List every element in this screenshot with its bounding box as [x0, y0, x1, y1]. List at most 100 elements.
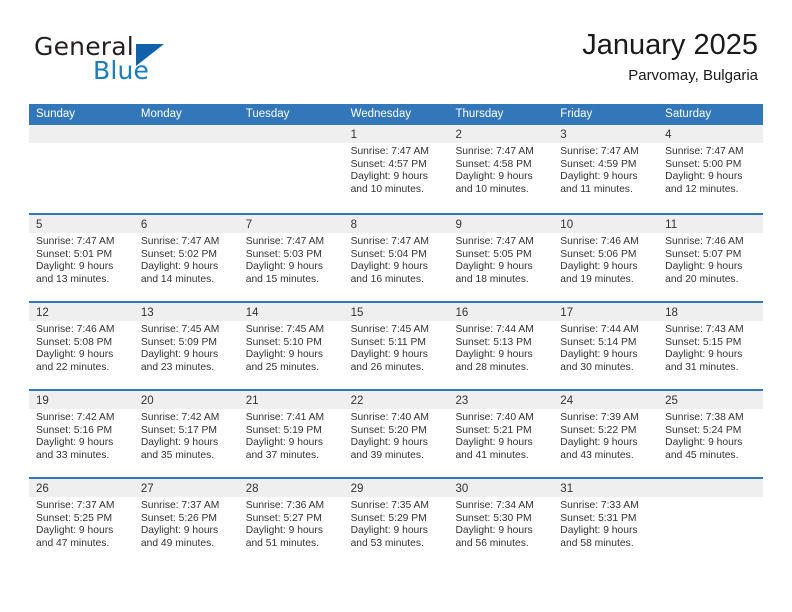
day-number: 10	[560, 219, 574, 231]
day-cell-6[interactable]: 6 Sunrise: 7:47 AM Sunset: 5:02 PM Daylight…	[133, 215, 239, 301]
day-detail-line: and 11 minutes.	[560, 183, 633, 195]
day-number-band: 19	[29, 391, 134, 409]
day-details	[134, 143, 239, 146]
day-detail-line: Sunrise: 7:47 AM	[245, 236, 325, 247]
day-detail-line: Daylight: 9 hours	[36, 525, 114, 537]
day-number-band: 15	[343, 303, 449, 321]
day-cell-22[interactable]: 22 Sunrise: 7:40 AM Sunset: 5:20 PM Dayligh…	[343, 391, 449, 477]
day-number: 28	[245, 483, 259, 495]
week-rows: 1 Sunrise: 7:47 AM Sunset: 4:57 PM Daylight…	[29, 125, 764, 565]
day-number-band: 17	[553, 303, 659, 321]
day-details: Sunrise: 7:47 AM Sunset: 4:58 PM Daylight:…	[448, 143, 553, 196]
day-cell-19[interactable]: 19 Sunrise: 7:42 AM Sunset: 5:16 PM Dayligh…	[29, 391, 134, 477]
day-details: Sunrise: 7:33 AM Sunset: 5:31 PM Daylight:…	[553, 497, 658, 550]
week-row: 5 Sunrise: 7:47 AM Sunset: 5:01 PM Daylight…	[29, 213, 764, 301]
day-detail-line: Daylight: 9 hours	[455, 525, 533, 537]
day-detail-line: Sunrise: 7:36 AM	[245, 500, 325, 511]
day-number: 23	[455, 395, 469, 407]
day-cell-9[interactable]: 9 Sunrise: 7:47 AM Sunset: 5:05 PM Daylight…	[448, 215, 554, 301]
day-details: Sunrise: 7:46 AM Sunset: 5:08 PM Daylight:…	[29, 321, 134, 374]
day-detail-line: Sunrise: 7:42 AM	[36, 412, 115, 423]
day-detail-line: Sunset: 5:17 PM	[140, 424, 217, 436]
day-cell-5[interactable]: 5 Sunrise: 7:47 AM Sunset: 5:01 PM Daylight…	[29, 215, 134, 301]
day-detail-line: Daylight: 9 hours	[665, 171, 743, 183]
day-detail-line: Daylight: 9 hours	[245, 437, 323, 449]
day-number: 8	[350, 219, 357, 231]
day-detail-line: Sunrise: 7:37 AM	[36, 500, 115, 511]
day-detail-line: Daylight: 9 hours	[350, 261, 428, 273]
day-cell-21[interactable]: 21 Sunrise: 7:41 AM Sunset: 5:19 PM Dayligh…	[238, 391, 344, 477]
day-cell-24[interactable]: 24 Sunrise: 7:39 AM Sunset: 5:22 PM Dayligh…	[553, 391, 659, 477]
day-detail-line: and 13 minutes.	[36, 273, 110, 285]
day-cell-8[interactable]: 8 Sunrise: 7:47 AM Sunset: 5:04 PM Daylight…	[343, 215, 449, 301]
day-cell-27[interactable]: 27 Sunrise: 7:37 AM Sunset: 5:26 PM Dayligh…	[133, 479, 239, 565]
day-cell-13[interactable]: 13 Sunrise: 7:45 AM Sunset: 5:09 PM Dayligh…	[133, 303, 239, 389]
day-detail-line: Sunrise: 7:38 AM	[665, 412, 744, 423]
weekday-header-monday: Monday	[140, 108, 182, 120]
day-detail-line: Sunrise: 7:45 AM	[140, 324, 220, 335]
day-cell-3[interactable]: 3 Sunrise: 7:47 AM Sunset: 4:59 PM Daylight…	[553, 125, 659, 213]
day-details: Sunrise: 7:47 AM Sunset: 4:59 PM Daylight:…	[553, 143, 658, 196]
day-detail-line: Sunset: 5:20 PM	[350, 424, 427, 436]
day-cell-28[interactable]: 28 Sunrise: 7:36 AM Sunset: 5:27 PM Dayligh…	[238, 479, 344, 565]
day-cell-30[interactable]: 30 Sunrise: 7:34 AM Sunset: 5:30 PM Dayligh…	[448, 479, 554, 565]
day-cell-1[interactable]: 1 Sunrise: 7:47 AM Sunset: 4:57 PM Daylight…	[343, 125, 449, 213]
day-cell-15[interactable]: 15 Sunrise: 7:45 AM Sunset: 5:11 PM Dayligh…	[343, 303, 449, 389]
day-number-band: 3	[553, 125, 659, 143]
day-number: 5	[36, 219, 43, 231]
day-cell-29[interactable]: 29 Sunrise: 7:35 AM Sunset: 5:29 PM Dayligh…	[343, 479, 449, 565]
day-number: 30	[455, 483, 469, 495]
day-number: 15	[350, 307, 364, 319]
day-cell-7[interactable]: 7 Sunrise: 7:47 AM Sunset: 5:03 PM Daylight…	[238, 215, 344, 301]
day-detail-line: Sunrise: 7:47 AM	[350, 236, 429, 247]
day-detail-line: Sunrise: 7:46 AM	[665, 236, 744, 247]
day-cell-11[interactable]: 11 Sunrise: 7:46 AM Sunset: 5:07 PM Dayligh…	[658, 215, 764, 301]
day-cell-16[interactable]: 16 Sunrise: 7:44 AM Sunset: 5:13 PM Dayligh…	[448, 303, 554, 389]
day-cell-26[interactable]: 26 Sunrise: 7:37 AM Sunset: 5:25 PM Dayligh…	[29, 479, 134, 565]
day-details: Sunrise: 7:45 AM Sunset: 5:10 PM Daylight:…	[239, 321, 344, 374]
day-detail-line: and 10 minutes.	[350, 183, 424, 195]
day-cell-10[interactable]: 10 Sunrise: 7:46 AM Sunset: 5:06 PM Dayligh…	[553, 215, 659, 301]
day-details: Sunrise: 7:44 AM Sunset: 5:13 PM Daylight:…	[448, 321, 553, 374]
day-cell-14[interactable]: 14 Sunrise: 7:45 AM Sunset: 5:10 PM Dayligh…	[238, 303, 344, 389]
day-cell-17[interactable]: 17 Sunrise: 7:44 AM Sunset: 5:14 PM Dayligh…	[553, 303, 659, 389]
day-number-band: 30	[448, 479, 554, 497]
day-cell-18[interactable]: 18 Sunrise: 7:43 AM Sunset: 5:15 PM Dayligh…	[658, 303, 764, 389]
day-cell-12[interactable]: 12 Sunrise: 7:46 AM Sunset: 5:08 PM Dayligh…	[29, 303, 134, 389]
day-number: 18	[665, 307, 678, 319]
day-cell-2[interactable]: 2 Sunrise: 7:47 AM Sunset: 4:58 PM Daylight…	[448, 125, 554, 213]
day-detail-line: Sunrise: 7:39 AM	[560, 412, 639, 423]
day-detail-line: Sunset: 5:05 PM	[455, 248, 532, 260]
day-number: 4	[665, 129, 672, 141]
day-cell-empty	[238, 125, 344, 213]
day-detail-line: Sunset: 5:31 PM	[560, 512, 637, 524]
day-number-band: 7	[238, 215, 344, 233]
day-detail-line: Daylight: 9 hours	[36, 437, 114, 449]
day-detail-line: Sunrise: 7:45 AM	[245, 324, 325, 335]
day-detail-line: Daylight: 9 hours	[36, 261, 114, 273]
day-detail-line: Sunset: 5:07 PM	[665, 248, 742, 260]
day-number: 17	[560, 307, 574, 319]
day-number-band: 28	[238, 479, 344, 497]
day-details	[239, 143, 344, 146]
day-cell-23[interactable]: 23 Sunrise: 7:40 AM Sunset: 5:21 PM Dayligh…	[448, 391, 554, 477]
day-cell-25[interactable]: 25 Sunrise: 7:38 AM Sunset: 5:24 PM Dayligh…	[658, 391, 764, 477]
weekday-header-wednesday: Wednesday	[350, 108, 412, 120]
general-blue-logo[interactable]: General Blue	[34, 32, 254, 90]
day-cell-31[interactable]: 31 Sunrise: 7:33 AM Sunset: 5:31 PM Dayligh…	[553, 479, 659, 565]
day-detail-line: and 58 minutes.	[560, 537, 634, 549]
day-number-band: 5	[29, 215, 134, 233]
day-detail-line: Sunrise: 7:35 AM	[350, 500, 429, 511]
day-number: 14	[245, 307, 259, 319]
day-detail-line: Sunset: 5:16 PM	[36, 424, 113, 436]
day-number-band	[133, 125, 239, 143]
day-number-band: 23	[448, 391, 554, 409]
day-detail-line: Daylight: 9 hours	[665, 349, 743, 361]
day-detail-line: Sunset: 5:06 PM	[560, 248, 637, 260]
day-details: Sunrise: 7:47 AM Sunset: 5:00 PM Daylight:…	[658, 143, 763, 196]
day-cell-20[interactable]: 20 Sunrise: 7:42 AM Sunset: 5:17 PM Dayligh…	[133, 391, 239, 477]
day-detail-line: and 30 minutes.	[560, 361, 634, 373]
day-cell-4[interactable]: 4 Sunrise: 7:47 AM Sunset: 5:00 PM Daylight…	[658, 125, 764, 213]
day-detail-line: Sunrise: 7:47 AM	[455, 146, 534, 157]
day-number-band: 21	[238, 391, 344, 409]
